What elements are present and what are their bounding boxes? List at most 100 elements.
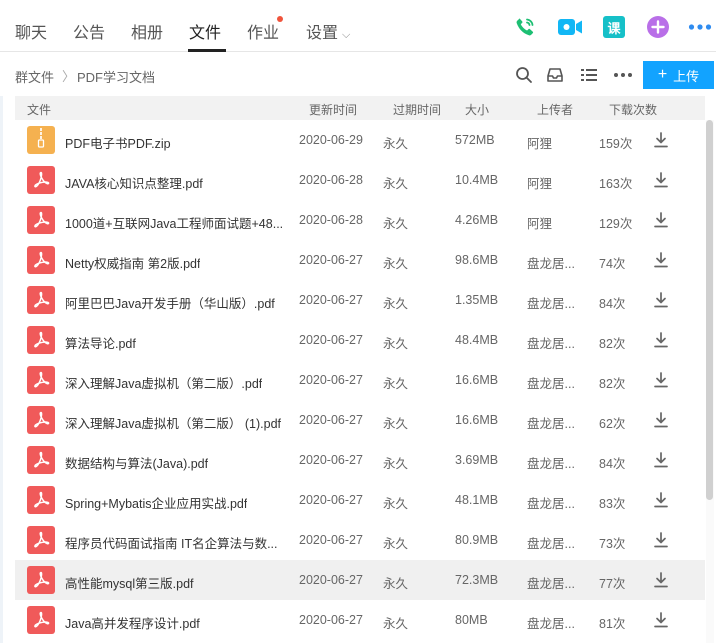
file-name[interactable]: PDF电子书PDF.zip xyxy=(65,133,171,152)
file-download-count: 77次 xyxy=(599,577,626,591)
course-icon[interactable]: 课 xyxy=(601,14,627,40)
file-size: 4.26MB xyxy=(455,213,499,227)
column-header-name[interactable]: 文件 xyxy=(27,101,51,118)
file-name[interactable]: Java高并发程序设计.pdf xyxy=(65,613,200,632)
search-icon[interactable] xyxy=(513,64,535,86)
download-icon[interactable] xyxy=(651,450,671,470)
file-uploader[interactable]: 阿狸 xyxy=(527,173,552,192)
phone-icon[interactable] xyxy=(512,14,538,40)
download-icon[interactable] xyxy=(651,250,671,270)
more-options-icon[interactable] xyxy=(612,64,634,86)
file-download-count: 74次 xyxy=(599,257,626,271)
tab-settings[interactable]: 设置 ⌵ xyxy=(306,19,350,43)
file-name[interactable]: 数据结构与算法(Java).pdf xyxy=(65,453,208,472)
file-expiry: 永久 xyxy=(383,457,409,471)
file-name[interactable]: Spring+Mybatis企业应用实战.pdf xyxy=(65,493,247,512)
download-icon[interactable] xyxy=(651,170,671,190)
column-header-size[interactable]: 大小 xyxy=(465,101,489,118)
file-uploader[interactable]: 盘龙居... xyxy=(527,533,575,552)
file-uploader[interactable]: 盘龙居... xyxy=(527,293,575,312)
pdf-file-icon xyxy=(27,366,55,394)
file-uploader[interactable]: 阿狸 xyxy=(527,133,552,152)
file-expiry: 永久 xyxy=(383,497,409,511)
tab-announcements[interactable]: 公告 xyxy=(73,19,105,43)
file-row[interactable]: Java高并发程序设计.pdf 2020-06-27 永久 80MB 盘龙居... 81次 xyxy=(15,600,705,640)
file-row[interactable]: Spring+Mybatis企业应用实战.pdf 2020-06-27 永久 48.1… xyxy=(15,480,705,520)
file-name[interactable]: 深入理解Java虚拟机（第二版） (1).pdf xyxy=(65,413,281,432)
download-icon[interactable] xyxy=(651,290,671,310)
file-row[interactable]: 阿里巴巴Java开发手册（华山版）.pdf 2020-06-27 永久 1.35MB 盘… xyxy=(15,280,705,320)
breadcrumb-root[interactable]: 群文件 xyxy=(15,67,54,86)
plus-icon: + xyxy=(657,66,668,83)
group-tab-bar: 聊天 公告 相册 文件 作业 设置 ⌵ 课 xyxy=(0,0,716,52)
file-row[interactable]: JAVA核心知识点整理.pdf 2020-06-28 永久 10.4MB 阿狸 163次 xyxy=(15,160,705,200)
tab-album[interactable]: 相册 xyxy=(131,19,163,43)
column-header-downloads[interactable]: 下载次数 xyxy=(609,101,657,118)
file-uploader[interactable]: 阿狸 xyxy=(527,213,552,232)
file-updated-date: 2020-06-27 xyxy=(299,613,363,627)
file-name[interactable]: 算法导论.pdf xyxy=(65,333,136,352)
file-row[interactable]: 深入理解Java虚拟机（第二版）.pdf 2020-06-27 永久 16.6MB 盘龙… xyxy=(15,360,705,400)
file-name[interactable]: 深入理解Java虚拟机（第二版）.pdf xyxy=(65,373,262,392)
inbox-icon[interactable] xyxy=(544,64,566,86)
scrollbar-thumb[interactable] xyxy=(706,120,713,500)
download-icon[interactable] xyxy=(651,530,671,550)
add-app-icon[interactable] xyxy=(645,14,671,40)
column-header-updated[interactable]: 更新时间 xyxy=(309,101,357,118)
file-updated-date: 2020-06-28 xyxy=(299,173,363,187)
download-icon[interactable] xyxy=(651,370,671,390)
tab-chat[interactable]: 聊天 xyxy=(15,19,47,43)
file-row[interactable]: 算法导论.pdf 2020-06-27 永久 48.4MB 盘龙居... 82次 xyxy=(15,320,705,360)
file-uploader[interactable]: 盘龙居... xyxy=(527,573,575,592)
file-row[interactable]: 1000道+互联网Java工程师面试题+48... 2020-06-28 永久 4.2… xyxy=(15,200,705,240)
file-row[interactable]: 深入理解Java虚拟机（第二版） (1).pdf 2020-06-27 永久 16.6… xyxy=(15,400,705,440)
file-download-count: 83次 xyxy=(599,497,626,511)
file-name[interactable]: Netty权威指南 第2版.pdf xyxy=(65,253,200,272)
tab-homework[interactable]: 作业 xyxy=(247,19,279,43)
upload-button[interactable]: + 上传 xyxy=(643,61,714,89)
file-updated-date: 2020-06-29 xyxy=(299,133,363,147)
more-icon[interactable] xyxy=(687,14,713,40)
column-header-expiry[interactable]: 过期时间 xyxy=(393,101,441,118)
file-row[interactable]: Netty权威指南 第2版.pdf 2020-06-27 永久 98.6MB 盘龙居..… xyxy=(15,240,705,280)
file-size: 10.4MB xyxy=(455,173,499,187)
file-name[interactable]: 程序员代码面试指南 IT名企算法与数... xyxy=(65,533,278,552)
file-uploader[interactable]: 盘龙居... xyxy=(527,373,575,392)
file-uploader[interactable]: 盘龙居... xyxy=(527,413,575,432)
download-icon[interactable] xyxy=(651,610,671,630)
download-icon[interactable] xyxy=(651,210,671,230)
download-icon[interactable] xyxy=(651,330,671,350)
file-name[interactable]: JAVA核心知识点整理.pdf xyxy=(65,173,203,192)
file-uploader[interactable]: 盘龙居... xyxy=(527,253,575,272)
file-size: 48.1MB xyxy=(455,493,499,507)
download-icon[interactable] xyxy=(651,490,671,510)
file-row[interactable]: 数据结构与算法(Java).pdf 2020-06-27 永久 3.69MB 盘龙居..… xyxy=(15,440,705,480)
pdf-file-icon xyxy=(27,166,55,194)
file-row[interactable]: PDF电子书PDF.zip 2020-06-29 永久 572MB 阿狸 159次 xyxy=(15,120,705,160)
file-name[interactable]: 1000道+互联网Java工程师面试题+48... xyxy=(65,213,283,232)
download-icon[interactable] xyxy=(651,570,671,590)
file-uploader[interactable]: 盘龙居... xyxy=(527,453,575,472)
column-header-uploader[interactable]: 上传者 xyxy=(537,101,573,118)
file-size: 98.6MB xyxy=(455,253,499,267)
file-uploader[interactable]: 盘龙居... xyxy=(527,333,575,352)
pdf-file-icon xyxy=(27,526,55,554)
video-call-icon[interactable] xyxy=(557,14,583,40)
file-row[interactable]: 程序员代码面试指南 IT名企算法与数... 2020-06-27 永久 80.9MB 盘… xyxy=(15,520,705,560)
tab-files[interactable]: 文件 xyxy=(189,19,221,43)
file-name[interactable]: 阿里巴巴Java开发手册（华山版）.pdf xyxy=(65,293,275,312)
download-icon[interactable] xyxy=(651,410,671,430)
file-uploader[interactable]: 盘龙居... xyxy=(527,613,575,632)
file-row[interactable]: 高性能mysql第三版.pdf 2020-06-27 永久 72.3MB 盘龙居... 7… xyxy=(15,560,705,600)
file-expiry: 永久 xyxy=(383,577,409,591)
upload-button-label: 上传 xyxy=(673,68,700,84)
file-expiry: 永久 xyxy=(383,377,409,391)
download-icon[interactable] xyxy=(651,130,671,150)
file-download-count: 129次 xyxy=(599,217,633,231)
list-view-icon[interactable] xyxy=(578,64,600,86)
file-name[interactable]: 高性能mysql第三版.pdf xyxy=(65,573,194,592)
file-expiry: 永久 xyxy=(383,617,409,631)
file-uploader[interactable]: 盘龙居... xyxy=(527,493,575,512)
left-divider xyxy=(0,96,3,643)
file-updated-date: 2020-06-27 xyxy=(299,453,363,467)
